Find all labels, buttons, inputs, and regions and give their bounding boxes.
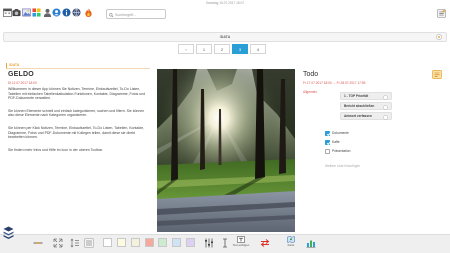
pagination-page-button[interactable]: 2	[214, 44, 230, 54]
task-toggle-icon[interactable]	[383, 94, 388, 100]
sort-icon[interactable]	[70, 238, 80, 248]
current-datetime: Samstag 15.07.2017 18:07	[205, 1, 245, 5]
checklist-item[interactable]: Dokumente	[325, 130, 385, 136]
map-label: Karte	[287, 243, 295, 247]
color-swatch[interactable]	[103, 238, 112, 247]
options-icon[interactable]	[436, 34, 442, 40]
checklist-item[interactable]: Kaffe	[325, 139, 385, 145]
text-insert-icon	[237, 236, 245, 243]
info-icon[interactable]	[62, 8, 71, 17]
sliders-icon[interactable]	[204, 238, 214, 248]
task-item[interactable]: Bericht abschließen	[340, 102, 392, 110]
pagination-prev-button[interactable]: ‹	[178, 44, 194, 54]
todo-list-icon[interactable]	[432, 70, 442, 79]
map-button[interactable]: Karte	[284, 236, 298, 250]
chart-icon[interactable]	[306, 238, 316, 248]
note-date: Di 12.07.2017 18:00	[8, 80, 37, 85]
task-toggle-icon[interactable]	[383, 104, 388, 110]
todo-category: Allgemein	[303, 90, 317, 94]
search-box[interactable]	[106, 9, 166, 19]
pagination-page-button[interactable]: 3	[232, 44, 248, 54]
color-swatch[interactable]	[172, 238, 181, 247]
todo-title: Todo	[303, 71, 319, 78]
checklist-label: Dokumente	[332, 131, 349, 135]
note-paragraph: Sie können Elemente schnell und einfach …	[8, 108, 145, 118]
search-input[interactable]	[115, 10, 165, 19]
divider-line-icon[interactable]	[33, 238, 43, 248]
note-paragraph: Willkommen in dieser App können Sie Noti…	[8, 87, 146, 101]
swap-arrows-icon[interactable]	[260, 238, 270, 248]
color-swatch[interactable]	[145, 238, 154, 247]
camera-icon[interactable]	[12, 8, 21, 17]
task-label: 1 - TOP Priorität	[344, 94, 369, 98]
color-swatch[interactable]	[158, 238, 167, 247]
pagination-page-button[interactable]: 1	[196, 44, 212, 54]
checklist-label: Kaffe	[332, 140, 340, 144]
color-swatch[interactable]	[131, 238, 140, 247]
task-toggle-icon[interactable]	[383, 114, 388, 120]
checklist-item[interactable]: Präsentation	[325, 148, 385, 154]
task-label: Antwort verfassen	[344, 114, 372, 118]
task-item[interactable]: Antwort verfassen	[340, 112, 392, 120]
search-icon	[109, 12, 114, 18]
color-swatch[interactable]	[117, 238, 126, 247]
user-icon[interactable]	[52, 8, 61, 17]
photo-trees	[157, 69, 295, 232]
task-label: Bericht abschließen	[344, 104, 375, 108]
apps-icon[interactable]	[32, 8, 41, 17]
layers-icon[interactable]	[3, 226, 14, 239]
note-title: GELDO	[8, 71, 34, 78]
path-bar: /DATA	[3, 32, 447, 42]
text-cursor-icon[interactable]	[220, 238, 230, 248]
checkbox[interactable]	[325, 148, 330, 154]
globe-icon[interactable]	[72, 8, 81, 17]
task-item[interactable]: 1 - TOP Priorität	[340, 92, 392, 100]
checklist-label: Präsentation	[332, 149, 351, 153]
note-path[interactable]: /DATA	[6, 63, 150, 69]
pagination-page-button[interactable]: 4	[250, 44, 266, 54]
note-body: Willkommen in dieser App können Sie Noti…	[8, 87, 150, 160]
color-swatch[interactable]	[186, 238, 195, 247]
fire-icon[interactable]	[84, 8, 93, 17]
settings-icon[interactable]	[437, 9, 446, 18]
note-paragraph: Sie können per Klick Notizen, Termine, E…	[8, 125, 144, 140]
text-insert-label: Text einfügen	[232, 243, 250, 247]
map-icon	[287, 236, 295, 243]
text-insert-button[interactable]: Text einfügen	[233, 236, 249, 250]
contacts-icon[interactable]	[43, 8, 52, 17]
checkbox[interactable]	[325, 139, 330, 145]
expand-icon[interactable]	[53, 238, 63, 248]
calendar-icon[interactable]	[3, 8, 12, 17]
todo-date: Fr 17.07.2017 18:00 → Fr 28.07.2017 17:5…	[303, 80, 366, 85]
add-list-link[interactable]: Weitere Liste hinzufügen	[325, 164, 360, 168]
photo-icon[interactable]	[22, 8, 31, 17]
note-paragraph: Sie finden mehr Infos und Hilfe im Icon …	[8, 147, 103, 152]
checkbox[interactable]	[325, 130, 330, 136]
list-icon[interactable]	[84, 238, 94, 248]
